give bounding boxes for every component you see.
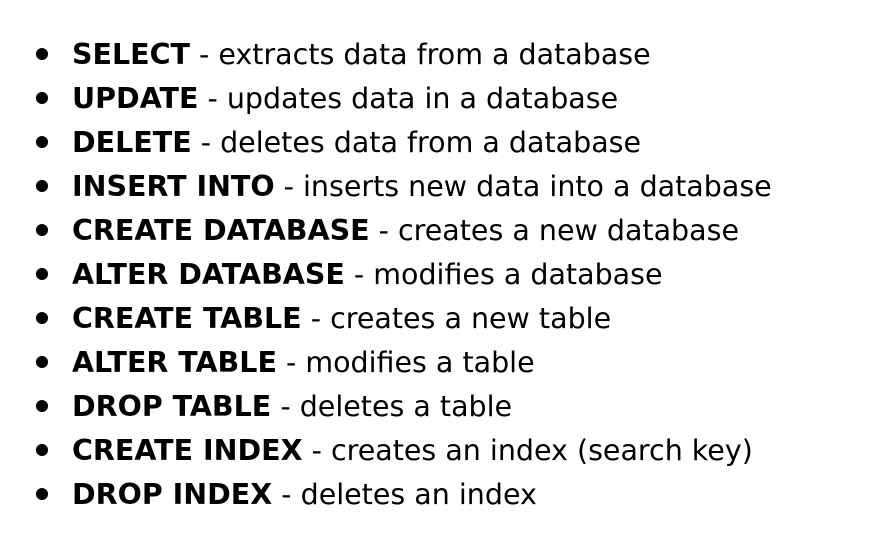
command-name: DROP TABLE	[72, 389, 272, 423]
command-name: DROP INDEX	[72, 477, 273, 511]
command-name: CREATE TABLE	[72, 301, 302, 335]
bullet-icon	[36, 488, 48, 500]
list-item-drop-index: DROP INDEX - deletes an index	[36, 472, 876, 516]
bullet-icon	[36, 180, 48, 192]
bullet-icon	[36, 224, 48, 236]
command-name: ALTER TABLE	[72, 345, 277, 379]
separator: -	[198, 81, 227, 115]
command-name: SELECT	[72, 37, 190, 71]
bullet-icon	[36, 312, 48, 324]
separator: -	[301, 301, 331, 335]
command-name: UPDATE	[72, 81, 199, 115]
bullet-icon	[36, 356, 48, 368]
command-description: modifies a table	[305, 345, 535, 379]
command-description: extracts data from a database	[218, 37, 651, 71]
command-description: updates data in a database	[226, 81, 619, 115]
separator: -	[344, 257, 374, 291]
bullet-icon	[36, 444, 48, 456]
separator: -	[272, 477, 301, 511]
bullet-icon	[36, 48, 48, 60]
list-item-alter-table: ALTER TABLE - modifies a table	[36, 340, 876, 384]
list-item-alter-database: ALTER DATABASE - modifies a database	[36, 252, 876, 296]
list-item-insert-into: INSERT INTO - inserts new data into a da…	[36, 164, 876, 208]
list-item-create-table: CREATE TABLE - creates a new table	[36, 296, 876, 340]
separator: -	[369, 213, 398, 247]
command-description: creates a new database	[397, 213, 739, 247]
command-description: deletes a table	[299, 389, 513, 423]
command-description: deletes an index	[300, 477, 537, 511]
command-name: CREATE DATABASE	[72, 213, 370, 247]
separator: -	[274, 169, 304, 203]
list-item-update: UPDATE - updates data in a database	[36, 76, 876, 120]
bullet-icon	[36, 268, 48, 280]
list-item-select: SELECT - extracts data from a database	[36, 32, 876, 76]
command-name: INSERT INTO	[72, 169, 275, 203]
command-description: modifies a database	[373, 257, 663, 291]
command-name: CREATE INDEX	[72, 433, 303, 467]
list-item-create-index: CREATE INDEX - creates an index (search …	[36, 428, 876, 472]
separator: -	[302, 433, 331, 467]
separator: -	[271, 389, 300, 423]
bullet-icon	[36, 400, 48, 412]
list-item-drop-table: DROP TABLE - deletes a table	[36, 384, 876, 428]
sql-command-list: SELECT - extracts data from a database U…	[36, 32, 876, 516]
bullet-icon	[36, 92, 48, 104]
list-item-create-database: CREATE DATABASE - creates a new database	[36, 208, 876, 252]
separator: -	[276, 345, 306, 379]
separator: -	[189, 37, 219, 71]
list-item-delete: DELETE - deletes data from a database	[36, 120, 876, 164]
command-description: deletes data from a database	[220, 125, 642, 159]
separator: -	[191, 125, 221, 159]
command-description: creates an index (search key)	[330, 433, 753, 467]
command-description: creates a new table	[330, 301, 612, 335]
command-name: ALTER DATABASE	[72, 257, 345, 291]
command-name: DELETE	[72, 125, 192, 159]
bullet-icon	[36, 136, 48, 148]
command-description: inserts new data into a database	[303, 169, 772, 203]
